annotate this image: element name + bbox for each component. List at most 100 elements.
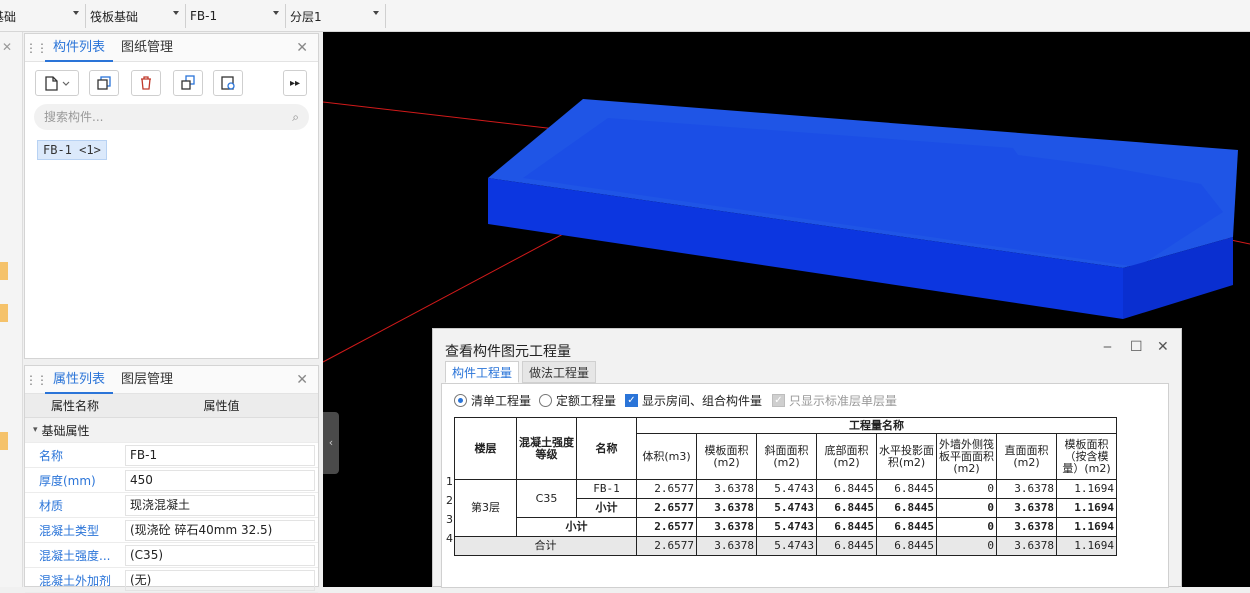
property-name: 混凝土外加剂: [39, 573, 112, 588]
value-cell: 3.6378: [696, 536, 757, 556]
property-value-field[interactable]: (现浇砼 碎石40mm 32.5): [125, 519, 315, 541]
value-cell: 3.6378: [996, 498, 1057, 518]
only-std-label: 只显示标准层单层量: [789, 394, 898, 408]
tab-property-list[interactable]: 属性列表: [45, 366, 114, 394]
property-row[interactable]: 名称 FB-1: [25, 443, 318, 468]
filter-button[interactable]: [213, 70, 243, 96]
property-value-field[interactable]: 现浇混凝土: [125, 494, 315, 516]
top-toolbar: 基础 筏板基础 FB-1 分层1: [0, 0, 1250, 32]
layer-combo[interactable]: 分层1: [286, 4, 386, 28]
component-item-fb1[interactable]: FB-1 <1>: [37, 140, 107, 160]
value-cell: 1.1694: [1056, 479, 1117, 499]
close-icon[interactable]: ✕: [1157, 339, 1169, 355]
quota-qty-radio[interactable]: 定额工程量: [539, 392, 616, 409]
component-panel-header: ⋮⋮ 构件列表 图纸管理 ✕: [25, 34, 318, 62]
quantity-dialog: 查看构件图元工程量 ‒ ☐ ✕ 构件工程量 做法工程量 清单工程量 定额工程量 …: [432, 328, 1182, 588]
row-number: 1: [446, 475, 453, 488]
filter-icon: [221, 76, 235, 90]
header-col: 直面面积(m2): [996, 433, 1057, 480]
tab-drawing-manager[interactable]: 图纸管理: [113, 34, 181, 62]
collapse-panel-button[interactable]: ‹: [323, 412, 339, 474]
list-qty-radio[interactable]: 清单工程量: [454, 392, 531, 409]
table-row[interactable]: 合计 2.6577 3.6378 5.4743 6.8445 6.8445 0 …: [454, 536, 1117, 556]
property-name: 混凝土强度...: [39, 548, 111, 563]
dialog-title: 查看构件图元工程量: [445, 344, 571, 360]
more-button[interactable]: ▸▸: [283, 70, 307, 96]
chevron-down-icon: [373, 11, 379, 15]
trash-icon: [141, 76, 151, 90]
value-cell: 5.4743: [756, 498, 817, 518]
component-combo-value: FB-1: [190, 9, 218, 23]
value-cell: 2.6577: [636, 517, 697, 537]
name-cell: 小计: [516, 517, 637, 537]
tab-method-quantity[interactable]: 做法工程量: [522, 361, 597, 383]
value-cell: 1.1694: [1056, 498, 1117, 518]
property-row[interactable]: 混凝土类型 (现浇砼 碎石40mm 32.5): [25, 518, 318, 543]
grip-icon[interactable]: ⋮⋮: [25, 373, 48, 387]
value-cell: 6.8445: [816, 498, 877, 518]
chevron-left-icon: ‹: [328, 436, 334, 449]
search-icon[interactable]: ⌕: [292, 104, 299, 130]
property-panel-header: ⋮⋮ 属性列表 图层管理 ✕: [25, 366, 318, 394]
strip-tag: [0, 262, 8, 280]
value-cell: 6.8445: [876, 479, 937, 499]
property-row[interactable]: 混凝土强度... (C35): [25, 543, 318, 568]
header-col: 水平投影面积(m2): [876, 433, 937, 480]
close-icon[interactable]: ✕: [296, 372, 308, 388]
name-cell: 合计: [454, 536, 637, 556]
row-number: 4: [446, 532, 453, 545]
value-cell: 0: [936, 517, 997, 537]
value-cell: 3.6378: [996, 536, 1057, 556]
chevron-down-icon: [273, 11, 279, 15]
property-value-field[interactable]: 450: [125, 469, 315, 491]
tab-component-quantity[interactable]: 构件工程量: [445, 361, 520, 383]
component-combo[interactable]: FB-1: [186, 4, 286, 28]
grade-cell: C35: [516, 479, 577, 518]
list-qty-label: 清单工程量: [471, 394, 532, 408]
property-row[interactable]: 材质 现浇混凝土: [25, 493, 318, 518]
property-row[interactable]: 厚度(mm) 450: [25, 468, 318, 493]
table-row[interactable]: 第3层 C35 FB-1 2.6577 3.6378 5.4743 6.8445…: [454, 479, 1117, 537]
grip-icon[interactable]: ⋮⋮: [25, 41, 48, 55]
quota-qty-label: 定额工程量: [556, 394, 617, 408]
show-room-label: 显示房间、组合构件量: [642, 394, 763, 408]
delete-button[interactable]: [131, 70, 161, 96]
property-value-field[interactable]: FB-1: [125, 444, 315, 466]
property-table-header: 属性名称 属性值: [25, 394, 318, 418]
minimize-icon[interactable]: ‒: [1103, 339, 1112, 355]
caret-down-icon: ▾: [33, 425, 38, 435]
value-cell: 0: [936, 479, 997, 499]
copy-icon: [97, 76, 111, 90]
property-row[interactable]: 混凝土外加剂 (无): [25, 568, 318, 593]
value-cell: 1.1694: [1056, 517, 1117, 537]
quantity-table: 楼层 混凝土强度等级 名称 工程量名称 体积(m3) 模板面积(m2) 斜面面积…: [454, 417, 1117, 556]
header-col: 斜面面积(m2): [756, 433, 817, 480]
show-room-checkbox[interactable]: ✓ 显示房间、组合构件量: [625, 392, 762, 409]
new-component-button[interactable]: [35, 70, 79, 96]
value-cell: 3.6378: [696, 498, 757, 518]
property-value-field[interactable]: (C35): [125, 544, 315, 566]
property-value-field[interactable]: (无): [125, 569, 315, 591]
table-row[interactable]: 小计 2.6577 3.6378 5.4743 6.8445 6.8445 0 …: [455, 517, 1117, 537]
value-cell: 3.6378: [996, 479, 1057, 499]
value-cell: 0: [936, 498, 997, 518]
close-icon[interactable]: ✕: [296, 40, 308, 56]
value-cell: 6.8445: [876, 517, 937, 537]
header-col: 体积(m3): [636, 433, 697, 480]
copy-button[interactable]: [89, 70, 119, 96]
tab-layer-manager[interactable]: 图层管理: [113, 366, 181, 394]
maximize-icon[interactable]: ☐: [1130, 339, 1143, 355]
value-cell: 6.8445: [816, 517, 877, 537]
close-icon[interactable]: ✕: [2, 40, 12, 54]
type-combo[interactable]: 筏板基础: [86, 4, 186, 28]
only-std-checkbox[interactable]: ✓ 只显示标准层单层量: [772, 392, 897, 409]
header-col: 外墙外侧筏板平面面积(m2): [936, 433, 997, 480]
tab-component-list[interactable]: 构件列表: [45, 34, 114, 62]
strip-tag: [0, 432, 8, 450]
property-group[interactable]: ▾ 基础属性: [25, 418, 318, 443]
layer-combo-value: 分层1: [290, 9, 322, 24]
search-input[interactable]: 搜索构件... ⌕: [34, 104, 309, 130]
duplicate-button[interactable]: [173, 70, 203, 96]
name-cell: 小计: [576, 498, 637, 518]
category-combo[interactable]: 基础: [0, 4, 86, 28]
